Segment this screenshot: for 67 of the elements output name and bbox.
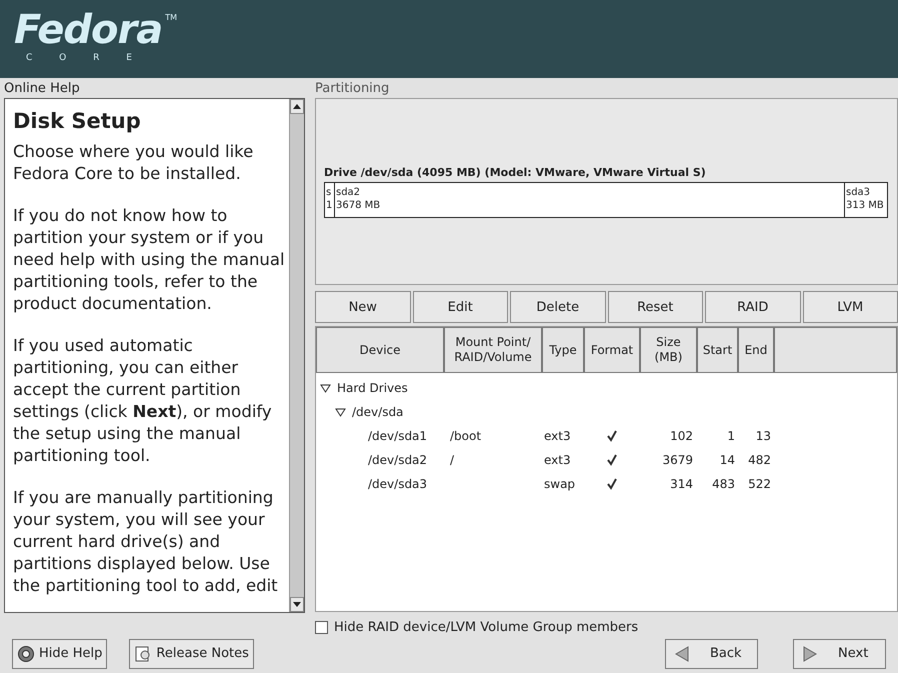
partition-segment[interactable]: sda3 313 MB <box>845 183 887 217</box>
help-paragraph: If you do not know how to partition your system or if you need help with using the manual partitioning tools, refer to the product documentation. <box>13 205 286 315</box>
type-cell: ext3 <box>544 429 571 444</box>
start-cell: 1 <box>727 429 735 444</box>
segment-size: 3678 MB <box>336 199 382 212</box>
document-icon <box>134 645 152 663</box>
partition-segment[interactable]: sda2 3678 MB <box>335 183 845 217</box>
footer-button[interactable]: Release Notes <box>129 639 254 669</box>
column-header[interactable]: End <box>738 327 774 374</box>
segment-name: s <box>326 186 332 199</box>
tree-label[interactable]: /dev/sda <box>352 403 404 422</box>
left-arrow-icon <box>674 646 690 662</box>
footer-button[interactable]: Hide Help <box>12 639 108 669</box>
type-cell: swap <box>544 477 576 492</box>
start-cell: 483 <box>712 477 735 492</box>
end-cell: 482 <box>748 453 771 468</box>
help-title: Disk Setup <box>13 108 142 135</box>
lifebuoy-icon <box>17 645 35 663</box>
mount-point-cell: / <box>450 453 454 468</box>
size-cell: 314 <box>670 477 693 492</box>
logo-subtitle: C O R E <box>26 52 145 65</box>
size-cell: 3679 <box>662 453 693 468</box>
right-arrow-icon <box>802 646 818 662</box>
trademark: TM <box>165 12 177 24</box>
logo-text: Fedora <box>14 8 162 52</box>
footer-button[interactable]: Next <box>793 639 886 669</box>
column-header[interactable]: Size (MB) <box>640 327 697 374</box>
device-cell-text: /dev/sda2 <box>367 452 428 470</box>
toolbar-button[interactable]: New <box>315 291 410 324</box>
toolbar-button[interactable]: Edit <box>412 291 508 324</box>
checkbox-label: Hide RAID device/LVM Volume Group members <box>334 618 638 636</box>
end-cell: 13 <box>756 429 771 444</box>
scrollbar[interactable] <box>289 99 304 612</box>
column-header[interactable]: Format <box>584 327 640 374</box>
toolbar-button[interactable]: RAID <box>705 291 800 324</box>
end-cell: 522 <box>748 477 771 492</box>
size-cell: 102 <box>670 429 693 444</box>
start-cell: 14 <box>720 453 735 468</box>
toolbar-button[interactable]: Delete <box>510 291 606 324</box>
device-cell-text: /dev/sda3 <box>367 476 428 494</box>
help-label: Online Help <box>4 81 81 96</box>
toolbar-button[interactable]: Reset <box>608 291 703 324</box>
mount-point-cell: /boot <box>450 429 482 444</box>
toolbar-button[interactable]: LVM <box>802 291 898 324</box>
partitioning-label: Partitioning <box>315 81 390 96</box>
footer-button[interactable]: Back <box>665 639 758 669</box>
drive-title: Drive /dev/sda (4095 MB) (Model: VMware, VMware Virtual S) <box>324 166 707 180</box>
segment-name: sda3 <box>846 186 872 199</box>
expander-icon[interactable] <box>335 408 346 417</box>
column-header[interactable]: Mount Point/ RAID/Volume <box>444 327 542 374</box>
segment-name: sda2 <box>336 186 362 199</box>
column-header[interactable]: Device <box>316 327 444 374</box>
scroll-down-icon[interactable] <box>293 602 301 607</box>
segment-size: 313 MB <box>846 199 885 212</box>
scroll-up-icon[interactable] <box>293 104 301 109</box>
expander-icon[interactable] <box>320 384 331 393</box>
partition-segment[interactable]: s 1 <box>325 183 335 217</box>
column-header[interactable]: Type <box>542 327 584 374</box>
help-paragraph: If you used automatic partitioning, you can either accept the current partition settings (click Next), or modify the setup using the manual partitioning tool. <box>13 335 273 467</box>
tree-label[interactable]: Hard Drives <box>337 379 408 398</box>
segment-size: 1 <box>326 199 334 212</box>
column-header[interactable]: Start <box>697 327 738 374</box>
device-cell-text: /dev/sda1 <box>367 428 428 446</box>
help-paragraph: Choose where you would like Fedora Core to be installed. <box>13 141 254 185</box>
checkbox[interactable] <box>315 620 328 634</box>
help-paragraph: If you are manually partitioning your system, you will see your current hard drive(s) and partitions displayed below. Use the partitioning tool to add, edit <box>13 487 279 597</box>
type-cell: ext3 <box>544 453 571 468</box>
